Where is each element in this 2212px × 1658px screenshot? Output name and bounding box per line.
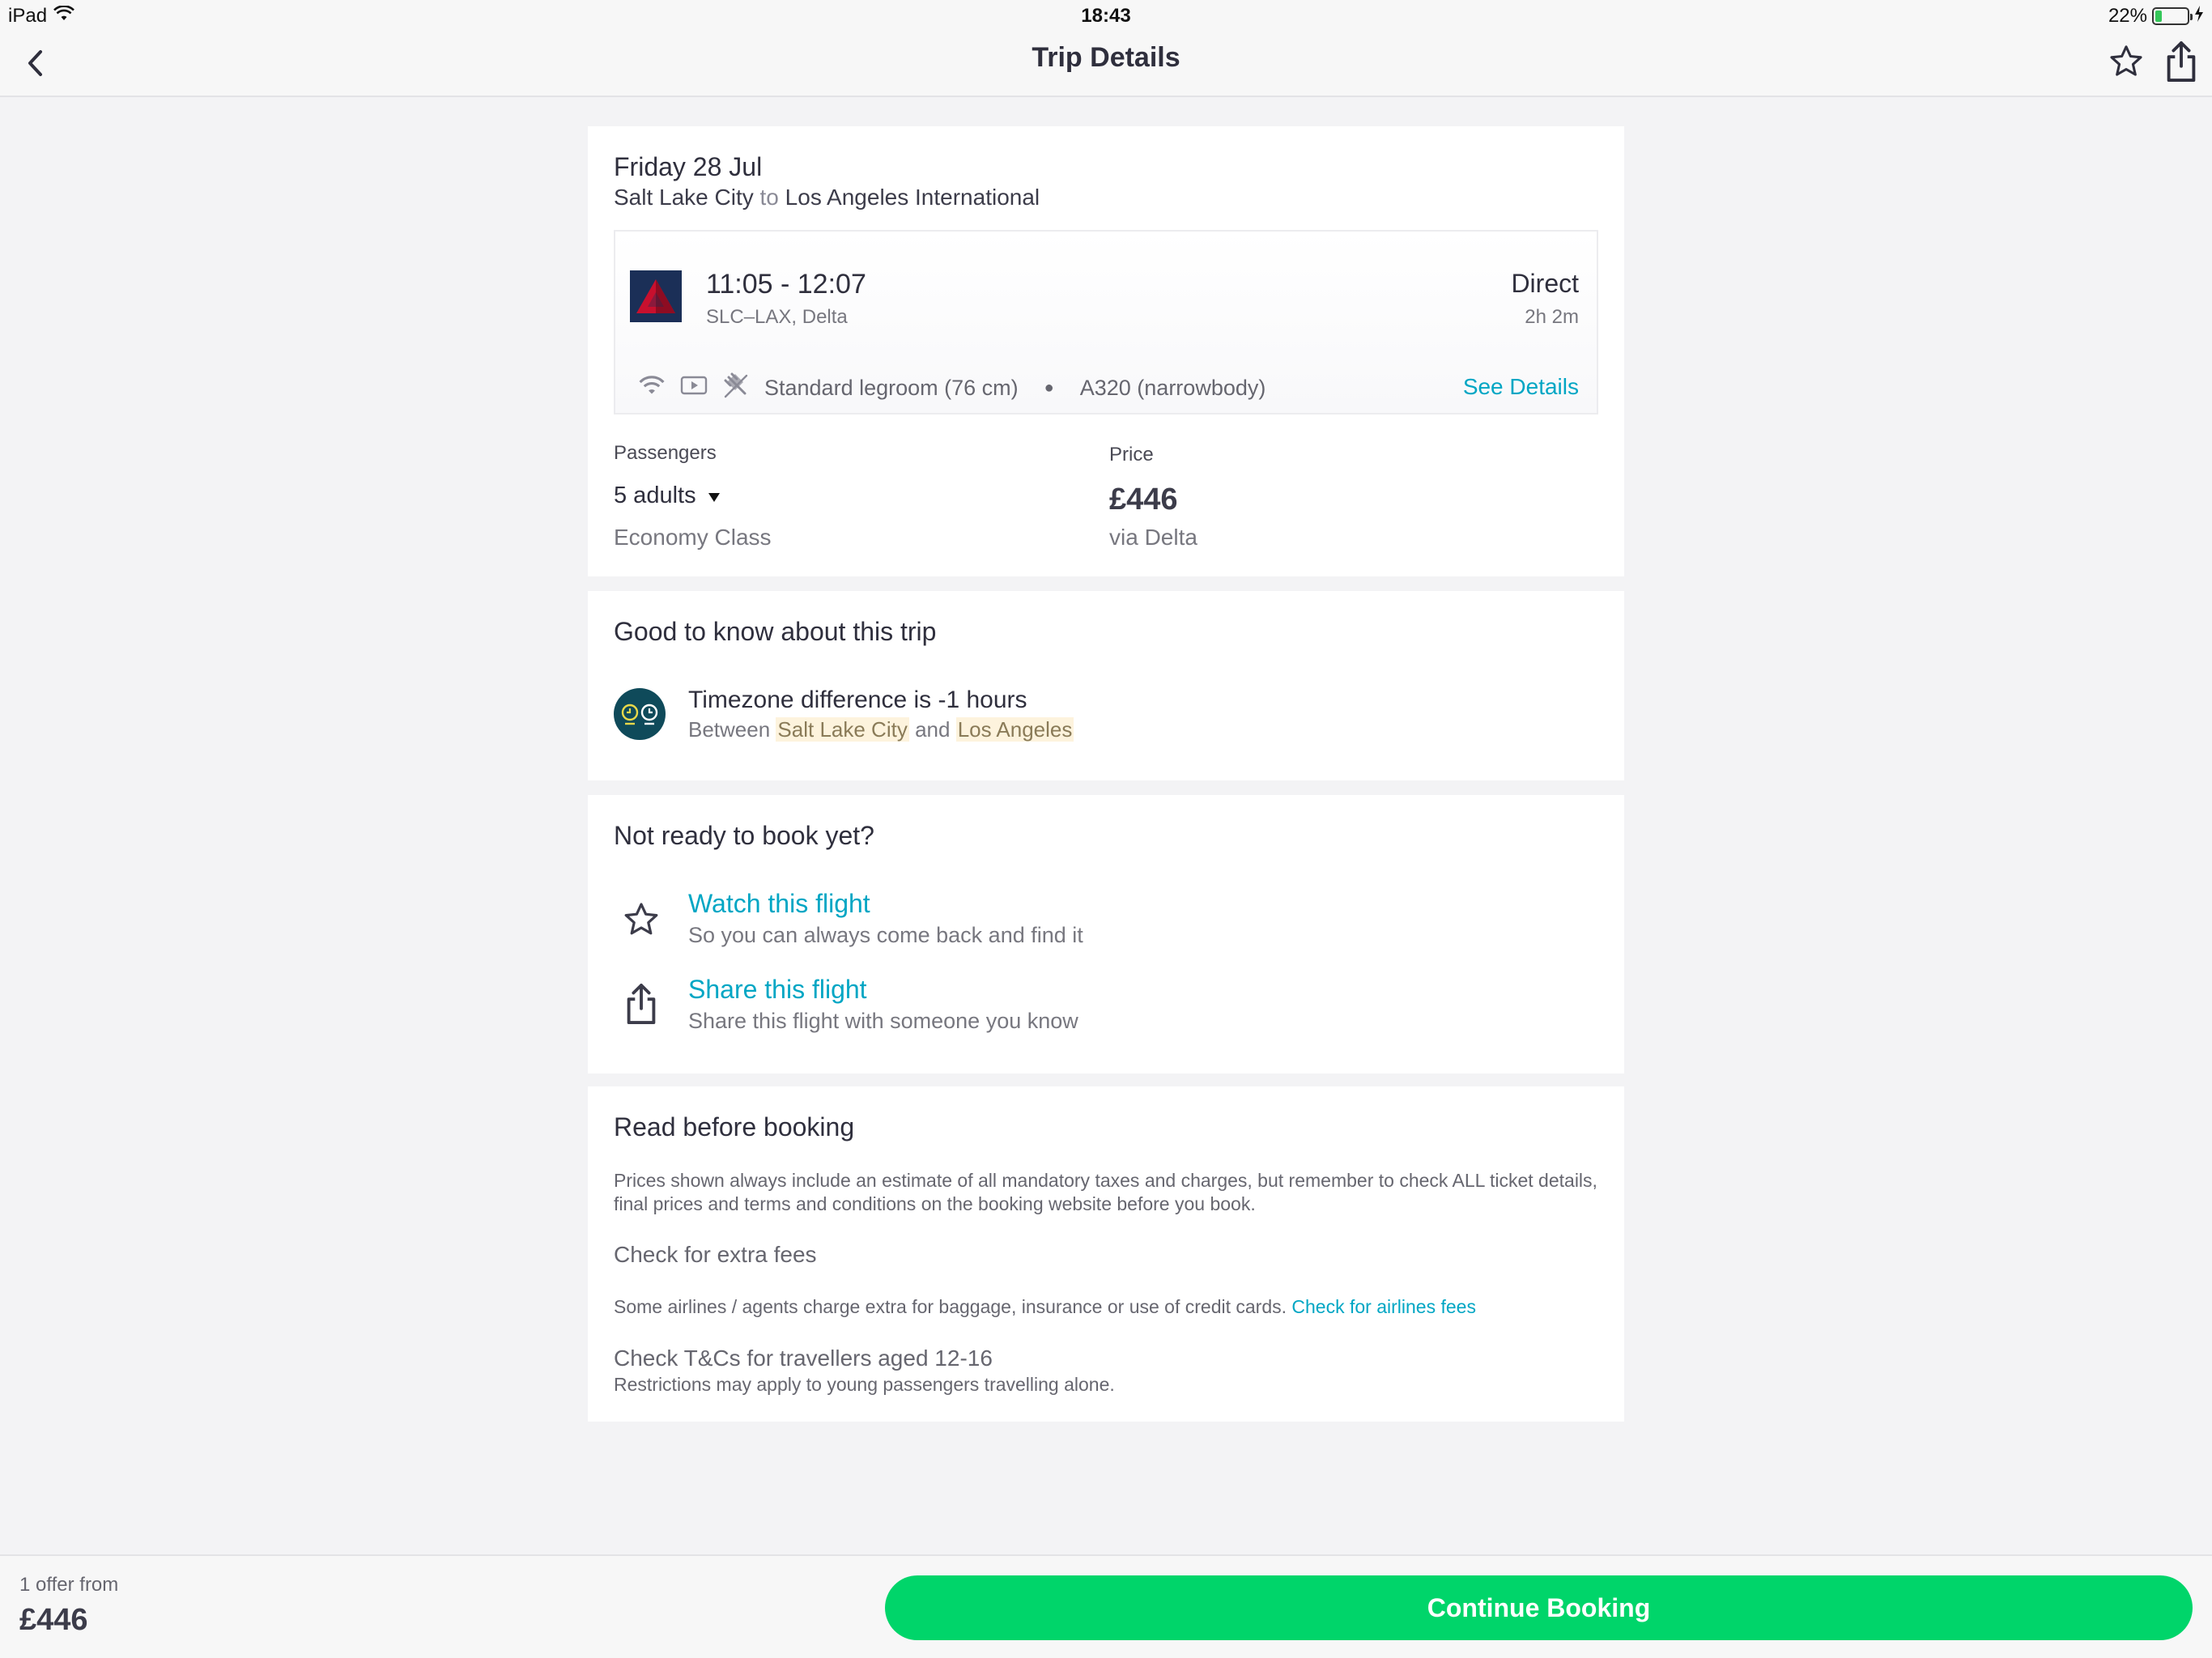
charging-icon [2194, 5, 2204, 28]
page-title: Trip Details [1032, 42, 1180, 73]
tz-between: Between [688, 717, 771, 742]
timezone-icon [614, 688, 666, 740]
nav-bar: Trip Details [0, 34, 2212, 97]
battery-percent: 22% [2108, 5, 2147, 27]
price-value: £446 [1109, 483, 1178, 517]
share-flight-description: Share this flight with someone you know [688, 1009, 1078, 1033]
not-ready-card: Not ready to book yet? Watch this flight… [588, 795, 1624, 1073]
status-right: 22% [2108, 5, 2204, 28]
tcs-heading: Check T&Cs for travellers aged 12-16 [614, 1346, 993, 1371]
cabin-class: Economy Class [614, 525, 772, 550]
destination-airport: Los Angeles International [785, 185, 1040, 210]
passengers-selector[interactable]: 5 adults [614, 483, 721, 509]
watch-button[interactable] [2104, 40, 2149, 86]
separator-dot: ● [1044, 379, 1054, 397]
share-icon [2165, 40, 2197, 86]
route-connector: to [759, 185, 779, 210]
wifi-icon [638, 374, 666, 402]
good-to-know-title: Good to know about this trip [614, 617, 937, 646]
video-icon [680, 375, 708, 402]
tz-city-origin: Salt Lake City [776, 717, 909, 742]
amenities-row: Standard legroom (76 cm) ● A320 (narrowb… [638, 372, 1266, 404]
aircraft-info: A320 (narrowbody) [1079, 376, 1266, 400]
price-label: Price [1109, 444, 1154, 466]
tz-city-destination: Los Angeles [955, 717, 1074, 742]
status-bar: iPad 18:43 22% [0, 0, 2212, 34]
passengers-label: Passengers [614, 442, 717, 464]
share-icon[interactable] [620, 983, 662, 1025]
trip-date: Friday 28 Jul [614, 152, 763, 181]
status-time: 18:43 [1081, 5, 1131, 27]
legroom-info: Standard legroom (76 cm) [764, 376, 1019, 400]
delta-logo [630, 270, 682, 322]
origin-city: Salt Lake City [614, 185, 754, 210]
bottom-booking-bar: 1 offer from £446 Continue Booking [0, 1554, 2212, 1658]
timezone-difference: Timezone difference is -1 hours [688, 687, 1027, 713]
flight-duration: 2h 2m [1525, 306, 1579, 328]
extra-fees-text: Some airlines / agents charge extra for … [614, 1295, 1598, 1319]
extra-fees-heading: Check for extra fees [614, 1242, 817, 1267]
read-before-booking-card: Read before booking Prices shown always … [588, 1086, 1624, 1422]
flight-route-airline: SLC–LAX, Delta [706, 306, 848, 328]
flight-stops: Direct [1511, 269, 1579, 298]
price-via: via Delta [1109, 525, 1197, 550]
share-button[interactable] [2159, 40, 2204, 86]
continue-booking-button[interactable]: Continue Booking [885, 1575, 2193, 1640]
share-flight-link[interactable]: Share this flight [688, 975, 867, 1005]
offer-price: £446 [19, 1603, 88, 1637]
timezone-cities: Between Salt Lake City and Los Angeles [688, 717, 1074, 742]
trip-route: Salt Lake City to Los Angeles Internatio… [614, 185, 1040, 210]
airline-fees-link[interactable]: Check for airlines fees [1291, 1296, 1476, 1317]
extra-fees-description: Some airlines / agents charge extra for … [614, 1296, 1287, 1317]
see-details-link[interactable]: See Details [1463, 374, 1579, 400]
watch-flight-link[interactable]: Watch this flight [688, 889, 870, 919]
caret-down-icon [708, 483, 721, 509]
tz-and: and [915, 717, 951, 742]
good-to-know-card: Good to know about this trip Timezone di… [588, 591, 1624, 780]
prices-disclaimer: Prices shown always include an estimate … [614, 1170, 1597, 1214]
not-ready-title: Not ready to book yet? [614, 821, 874, 850]
watch-flight-description: So you can always come back and find it [688, 923, 1083, 947]
battery-icon [2152, 7, 2193, 25]
flight-segment[interactable]: 11:05 - 12:07 SLC–LAX, Delta Direct 2h 2… [614, 230, 1598, 414]
tcs-text: Restrictions may apply to young passenge… [614, 1374, 1115, 1395]
no-power-icon [722, 372, 750, 404]
flight-times: 11:05 - 12:07 [706, 269, 866, 300]
passengers-value: 5 adults [614, 483, 696, 508]
trip-summary-card: Friday 28 Jul Salt Lake City to Los Ange… [588, 126, 1624, 576]
read-before-title: Read before booking [614, 1112, 855, 1141]
star-icon [2108, 43, 2145, 84]
offer-label: 1 offer from [19, 1574, 119, 1596]
star-icon[interactable] [620, 899, 662, 941]
